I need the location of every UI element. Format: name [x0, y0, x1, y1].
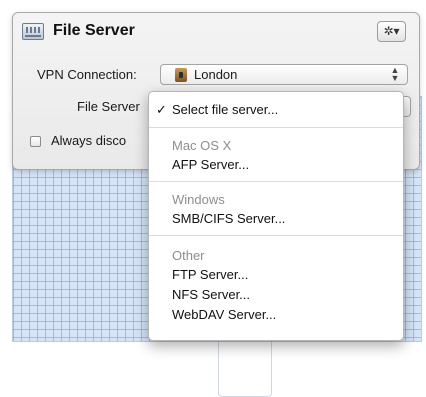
menu-item-nfs-server[interactable]: NFS Server... [172, 287, 250, 302]
file-server-label: File Server [77, 99, 140, 114]
menu-header-windows: Windows [172, 192, 225, 207]
menu-item-webdav-server[interactable]: WebDAV Server... [172, 307, 276, 322]
vpn-connection-popup[interactable]: London ▲ ▼ [160, 64, 408, 85]
checkmark-icon: ✓ [156, 102, 167, 117]
always-disconnect-checkbox[interactable] [30, 136, 41, 147]
vpn-connection-label: VPN Connection: [37, 67, 137, 82]
file-server-menu: ✓ Select file server... Mac OS X AFP Ser… [148, 91, 404, 341]
menu-item-afp-server[interactable]: AFP Server... [172, 157, 249, 172]
gear-icon: ✲▾ [383, 24, 400, 38]
panel-title: File Server [53, 22, 135, 39]
updown-arrows-icon: ▲ ▼ [390, 65, 400, 83]
menu-separator [149, 235, 403, 236]
menu-separator [149, 127, 403, 128]
vpn-connection-value: London [194, 67, 238, 82]
menu-item-select-file-server[interactable]: Select file server... [172, 102, 278, 117]
always-disconnect-label: Always disco [51, 133, 127, 148]
menu-item-smb-cifs-server[interactable]: SMB/CIFS Server... [172, 211, 285, 226]
menu-header-other: Other [172, 248, 205, 263]
file-server-icon [22, 23, 44, 40]
gear-button[interactable]: ✲▾ [377, 21, 406, 42]
menu-separator [149, 181, 403, 182]
menu-header-mac-os-x: Mac OS X [172, 138, 232, 153]
lock-icon [175, 68, 187, 82]
menu-item-ftp-server[interactable]: FTP Server... [172, 267, 248, 282]
